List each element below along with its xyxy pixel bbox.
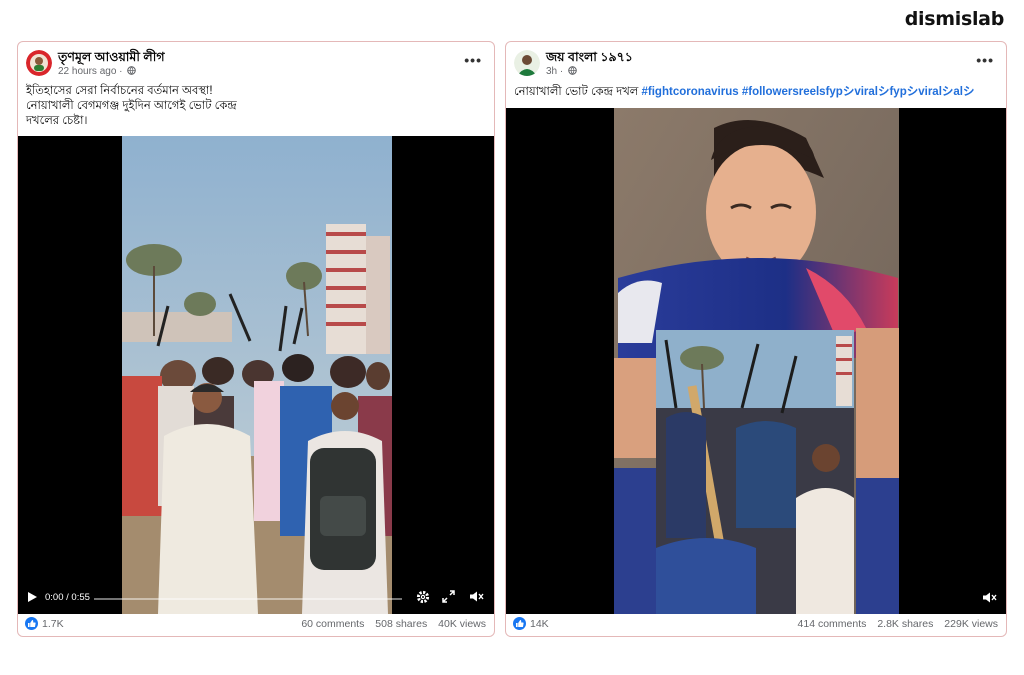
view-count: 40K views	[438, 618, 486, 630]
like-icon	[513, 617, 526, 630]
globe-icon	[568, 66, 577, 75]
settings-gear-icon[interactable]	[416, 590, 430, 604]
caption-line: দখলের চেষ্টা।	[26, 115, 88, 127]
play-icon[interactable]	[26, 591, 38, 603]
caption-text: নোয়াখালী ভোট কেন্দ্র দখল	[514, 86, 642, 98]
post-footer: 1.7K 60 comments 508 shares 40K views	[18, 612, 494, 636]
post-header: তৃণমূল আওয়ামী লীগ 22 hours ago · •••	[18, 42, 494, 77]
video-player[interactable]	[506, 108, 1006, 614]
video-player[interactable]: 0:00 / 0:55	[18, 136, 494, 614]
avatar[interactable]	[514, 50, 540, 76]
share-count[interactable]: 2.8K shares	[877, 618, 933, 630]
dismislab-logo: dismislab	[904, 8, 1005, 30]
caption-line: ইতিহাসের সেরা নির্বাচনের বর্তমান অবস্থা!	[26, 85, 213, 97]
like-icon	[25, 617, 38, 630]
post-caption: ইতিহাসের সেরা নির্বাচনের বর্তমান অবস্থা!…	[26, 84, 484, 129]
avatar[interactable]	[26, 50, 52, 76]
reaction-count[interactable]: 14K	[530, 618, 549, 630]
video-frame-crowd	[18, 136, 494, 614]
post-time[interactable]: 3h ·	[546, 66, 563, 77]
share-count[interactable]: 508 shares	[375, 618, 427, 630]
post-header: জয় বাংলা ১৯৭১ 3h · •••	[506, 42, 1006, 77]
volume-muted-icon[interactable]	[469, 590, 484, 603]
post-meta: 22 hours ago ·	[58, 66, 137, 77]
comment-count[interactable]: 414 comments	[798, 618, 867, 630]
facebook-post-left: তৃণমূল আওয়ামী লীগ 22 hours ago · ••• ইত…	[17, 41, 495, 637]
post-stats: 60 comments 508 shares 40K views	[293, 618, 486, 630]
comment-count[interactable]: 60 comments	[301, 618, 364, 630]
caption-line: নোয়াখালী বেগমগঞ্জ দুইদিন আগেই ভোট কেন্দ…	[26, 100, 237, 112]
post-footer: 14K 414 comments 2.8K shares 229K views	[506, 612, 1006, 636]
caption-hashtags[interactable]: #fightcoronavirus #followersreelsfypシvir…	[642, 86, 975, 98]
view-count: 229K views	[944, 618, 998, 630]
video-controls: 0:00 / 0:55	[18, 586, 494, 608]
video-time: 0:00 / 0:55	[45, 592, 90, 603]
video-frame-reaction	[506, 108, 1006, 614]
globe-icon	[127, 66, 137, 75]
post-time[interactable]: 22 hours ago ·	[58, 66, 123, 77]
post-stats: 414 comments 2.8K shares 229K views	[790, 618, 998, 630]
more-options-icon[interactable]: •••	[976, 52, 994, 68]
fullscreen-icon[interactable]	[442, 590, 455, 603]
video-seek-bar[interactable]	[94, 598, 402, 600]
caption-line: নোয়াখালী ভোট কেন্দ্র দখল #fightcoronavi…	[514, 85, 996, 100]
reaction-count[interactable]: 1.7K	[42, 618, 64, 630]
facebook-post-right: জয় বাংলা ১৯৭১ 3h · ••• নোয়াখালী ভোট কে…	[505, 41, 1007, 637]
more-options-icon[interactable]: •••	[464, 52, 482, 68]
post-caption: নোয়াখালী ভোট কেন্দ্র দখল #fightcoronavi…	[514, 85, 996, 100]
post-meta: 3h ·	[546, 66, 577, 77]
volume-muted-icon[interactable]	[982, 591, 997, 604]
